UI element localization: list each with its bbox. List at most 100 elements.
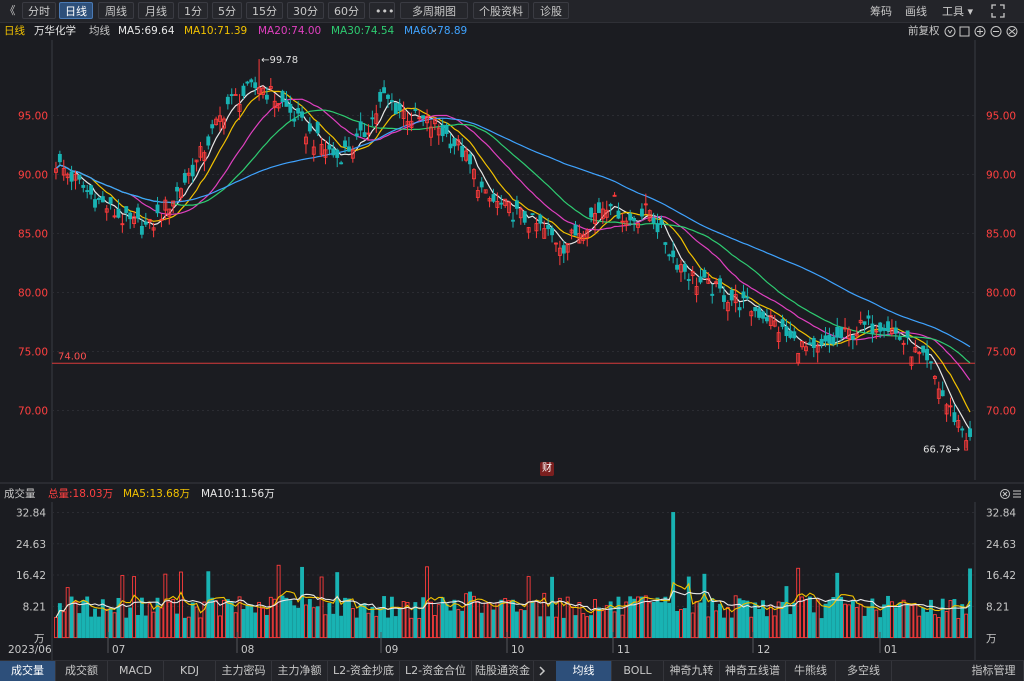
- volume-bar: [757, 608, 762, 639]
- candle-body: [862, 321, 867, 325]
- tab-northbound[interactable]: 陆股通资金: [472, 661, 534, 681]
- candle-body: [335, 149, 340, 158]
- financial-marker[interactable]: 财: [540, 462, 554, 476]
- candle-body: [530, 213, 535, 216]
- candle-body: [823, 335, 828, 342]
- volume-bar: [452, 599, 457, 639]
- candle-body: [870, 323, 875, 334]
- tab-weekly[interactable]: 周线: [98, 2, 134, 19]
- candle-body: [886, 321, 890, 332]
- tools-dropdown[interactable]: 工具 ▾: [942, 3, 973, 19]
- candle-body: [116, 208, 121, 218]
- volume-bar: [710, 598, 715, 639]
- diagnose-button[interactable]: 诊股: [533, 2, 569, 19]
- tab-minute-chart[interactable]: 分时: [22, 2, 56, 19]
- tab-five-lines[interactable]: 神奇五线谱: [720, 661, 786, 681]
- volume-panel-controls[interactable]: [1000, 488, 1022, 500]
- back-button[interactable]: 《: [2, 2, 18, 19]
- tab-l2-position[interactable]: L2-资金合位: [400, 661, 472, 681]
- draw-button[interactable]: 画线: [905, 3, 927, 19]
- candle-body: [511, 219, 515, 222]
- next-tab-icon[interactable]: [537, 665, 547, 677]
- candle-body: [225, 96, 230, 105]
- expand-icon[interactable]: [991, 4, 1005, 18]
- volume-bar: [155, 597, 160, 639]
- candle-body: [866, 315, 871, 319]
- tab-volume[interactable]: 成交量: [0, 661, 56, 681]
- more-button[interactable]: •••: [369, 2, 395, 19]
- volume-chart[interactable]: 32.84 32.8424.63 24.6316.42 16.428.21 8.21万万…: [0, 502, 1024, 660]
- price-axis-label: 85.00: [18, 229, 48, 241]
- multi-period-dropdown[interactable]: 多周期图 ⌄: [400, 2, 468, 35]
- candle-body: [413, 109, 418, 111]
- candle-body: [792, 331, 797, 339]
- tab-bull-bear[interactable]: 牛熊线: [786, 661, 836, 681]
- volume-bar: [764, 616, 769, 639]
- volume-bar: [698, 602, 703, 639]
- tab-60min[interactable]: 60分: [328, 2, 365, 19]
- tab-boll[interactable]: BOLL: [612, 661, 664, 681]
- volume-bar: [702, 573, 707, 639]
- candle-body: [327, 145, 332, 150]
- candle-body: [389, 100, 394, 103]
- volume-bar: [659, 602, 664, 639]
- price-axis-label: 75.00: [18, 347, 48, 359]
- volume-bar: [850, 600, 855, 639]
- x-axis-label: 07: [112, 644, 125, 656]
- volume-axis-label: 8.21: [23, 601, 46, 613]
- volume-bar: [667, 602, 672, 639]
- tab-1min[interactable]: 1分: [178, 2, 208, 19]
- volume-bar: [343, 597, 347, 639]
- stock-name[interactable]: 万华化学: [34, 22, 76, 40]
- candle-body: [807, 342, 812, 345]
- low-label: 66.78→: [923, 444, 960, 455]
- tab-long-short[interactable]: 多空线: [836, 661, 892, 681]
- volume-title[interactable]: 成交量: [4, 486, 36, 502]
- volume-bar: [655, 597, 660, 639]
- candle-body: [698, 276, 703, 283]
- candle-body: [639, 208, 644, 217]
- ma-label[interactable]: 均线: [89, 22, 110, 40]
- stock-info-button[interactable]: 个股资料: [473, 2, 529, 19]
- volume-bar: [522, 610, 527, 639]
- tab-td-nine[interactable]: 神奇九转: [664, 661, 720, 681]
- candle-body: [925, 348, 930, 361]
- tab-30min[interactable]: 30分: [287, 2, 324, 19]
- tab-macd[interactable]: MACD: [108, 661, 164, 681]
- x-axis-label: 08: [241, 644, 254, 656]
- candle-body: [210, 124, 215, 129]
- tab-ma[interactable]: 均线: [556, 661, 612, 681]
- candle-body: [264, 94, 269, 100]
- adjust-dropdown[interactable]: 前复权: [908, 22, 940, 40]
- price-chart[interactable]: 95.00 95.00 90.00 90.00 85.00 85.00 80.00 80.00…: [0, 40, 1024, 480]
- price-axis-label: 95.00: [18, 111, 48, 123]
- x-axis-label: 2023/06: [8, 644, 52, 656]
- high-label: ←99.78: [261, 55, 298, 66]
- tab-indicator-manage[interactable]: 指标管理: [964, 661, 1024, 681]
- tab-15min[interactable]: 15分: [246, 2, 283, 19]
- candle-body: [589, 207, 594, 218]
- volume-bar: [893, 607, 898, 639]
- tab-kdj[interactable]: KDJ: [164, 661, 216, 681]
- tab-daily[interactable]: 日线: [59, 2, 93, 19]
- settings-icons[interactable]: [944, 25, 1022, 38]
- candle-body: [573, 224, 578, 236]
- tab-monthly[interactable]: 月线: [138, 2, 174, 19]
- tab-main-force-code[interactable]: 主力密码: [216, 661, 272, 681]
- price-axis-label-right: 95.00: [986, 111, 1016, 123]
- volume-bar: [389, 596, 394, 639]
- candle-body: [659, 219, 664, 225]
- volume-bar: [608, 601, 613, 639]
- chips-button[interactable]: 筹码: [870, 3, 892, 19]
- tab-turnover[interactable]: 成交额: [56, 661, 108, 681]
- candle-body: [69, 171, 74, 182]
- candle-body: [710, 293, 715, 296]
- tab-main-force-net[interactable]: 主力净额: [272, 661, 328, 681]
- candle-body: [757, 308, 762, 318]
- candle-body: [764, 317, 769, 322]
- candle-body: [96, 198, 101, 200]
- tab-5min[interactable]: 5分: [212, 2, 242, 19]
- volume-axis-label-right: 8.21: [986, 601, 1009, 613]
- volume-bar: [651, 601, 656, 639]
- tab-l2-bottom[interactable]: L2-资金抄底: [328, 661, 400, 681]
